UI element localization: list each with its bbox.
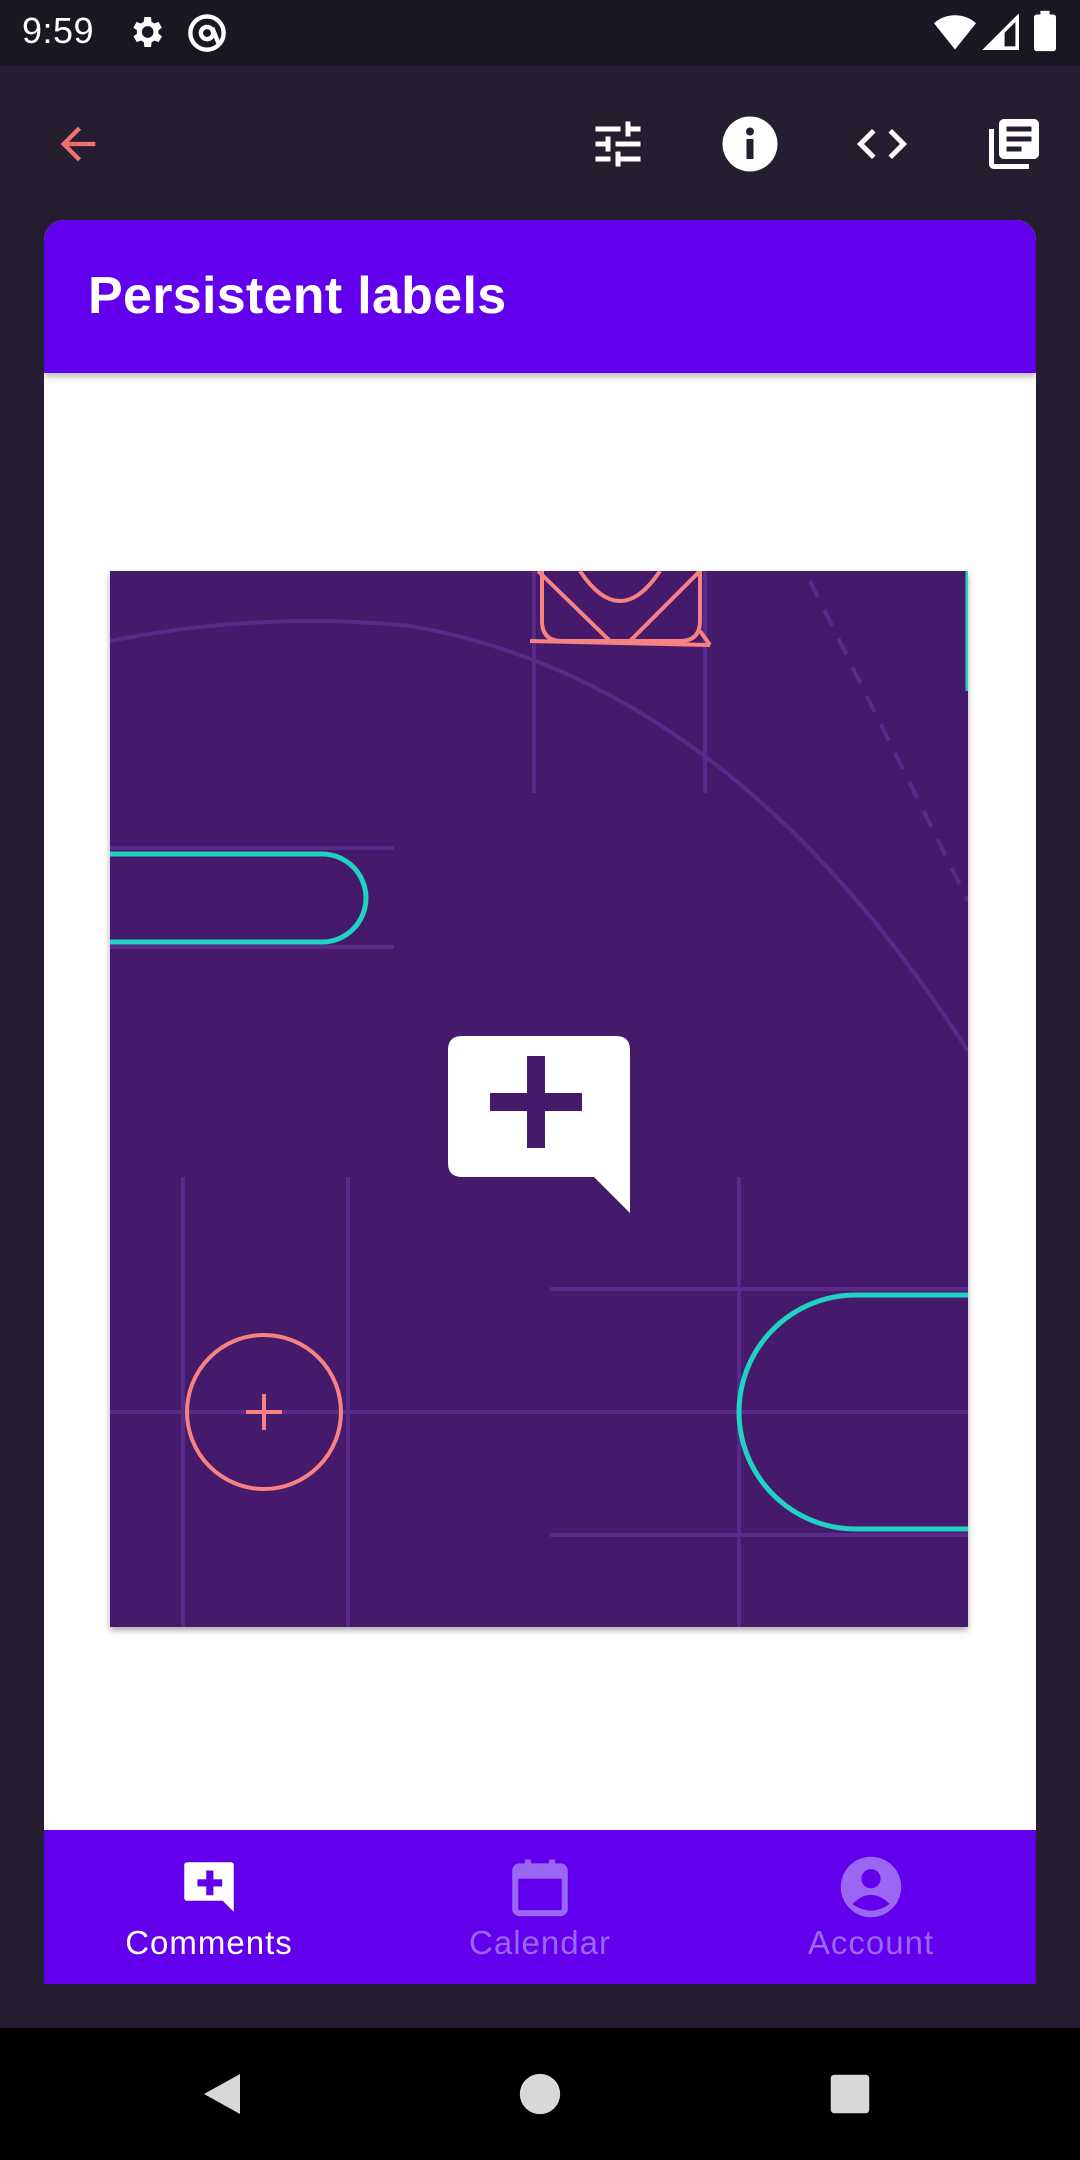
nav-item-comments[interactable]: Comments — [44, 1830, 374, 1984]
code-button[interactable] — [840, 102, 924, 186]
nav-item-calendar[interactable]: Calendar — [375, 1830, 705, 1984]
nav-label-account: Account — [807, 1924, 935, 1961]
info-button[interactable] — [708, 102, 792, 186]
settings-icon — [133, 17, 162, 47]
code-icon — [857, 129, 907, 159]
card-header: Persistent labels — [44, 220, 1036, 373]
calendar-icon — [512, 1859, 568, 1917]
status-time: 9:59 — [22, 10, 95, 51]
demo-card: Persistent labels Comments Calendar Acco… — [44, 220, 1036, 1984]
tune-icon — [595, 121, 641, 167]
nav-item-account[interactable]: Account — [706, 1830, 1036, 1984]
info-icon — [722, 116, 778, 172]
library-books-icon — [989, 119, 1039, 169]
bottom-navigation: Comments Calendar Account — [44, 1830, 1036, 1984]
signal-icon — [982, 14, 1019, 50]
add-comment-icon — [184, 1862, 234, 1912]
library-button[interactable] — [972, 102, 1056, 186]
battery-icon — [1034, 10, 1056, 52]
recents-square-icon[interactable] — [829, 2073, 871, 2115]
app-bar — [0, 66, 1080, 220]
tune-button[interactable] — [576, 102, 660, 186]
status-bar: 9:59 — [0, 0, 1080, 66]
illustration — [110, 571, 968, 1627]
nav-label-calendar: Calendar — [469, 1924, 611, 1961]
account-circle-icon — [840, 1856, 902, 1918]
home-circle-icon[interactable] — [518, 2072, 562, 2116]
wifi-icon — [934, 15, 976, 50]
system-navigation-bar — [0, 2028, 1080, 2160]
page-title: Persistent labels — [88, 267, 507, 325]
back-arrow-icon — [60, 126, 96, 162]
nav-label-comments: Comments — [125, 1924, 293, 1961]
back-button[interactable] — [36, 102, 120, 186]
back-triangle-icon[interactable] — [200, 2070, 248, 2118]
at-sign-icon — [188, 14, 226, 52]
